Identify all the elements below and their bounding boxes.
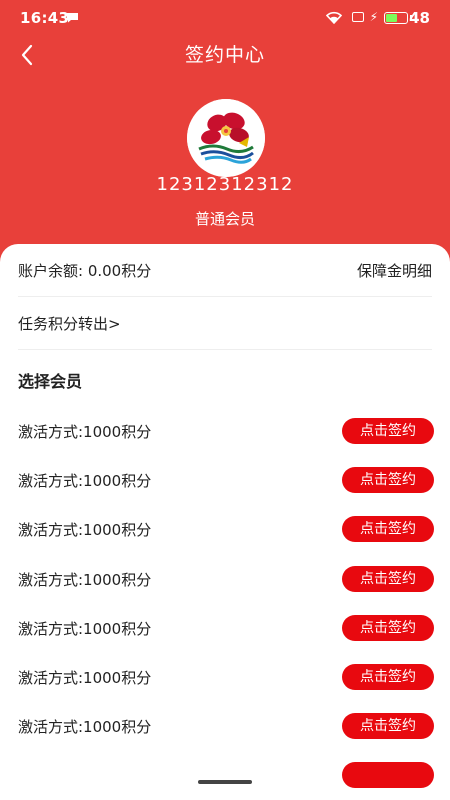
battery-fill xyxy=(386,14,397,22)
plan-item: 激活方式:1000积分 点击签约 xyxy=(18,507,434,556)
plan-label: 激活方式:1000积分 xyxy=(18,668,152,687)
page-title: 签约中心 xyxy=(184,44,265,66)
transfer-points-link[interactable]: 任务积分转出> xyxy=(18,313,121,334)
plan-item: 激活方式:1000积分 点击签约 xyxy=(18,557,434,606)
wifi-icon xyxy=(326,11,342,24)
sign-up-button[interactable]: 点击签约 xyxy=(342,614,434,641)
plan-item: 激活方式:1000积分 点击签约 xyxy=(18,458,434,507)
transfer-points-row[interactable]: 任务积分转出> xyxy=(18,297,432,350)
sign-up-button[interactable]: 点击签约 xyxy=(342,418,434,444)
avatar xyxy=(187,99,265,177)
plan-item: 激活方式:1000积分 点击签约 xyxy=(18,409,434,458)
battery-level: 48 xyxy=(409,9,430,27)
status-time: 16:43 xyxy=(20,9,70,27)
nav-bar: 签约中心 xyxy=(0,36,450,72)
account-balance: 账户余额: 0.00积分 xyxy=(18,262,152,280)
deposit-details-link[interactable]: 保障金明细 xyxy=(357,260,432,281)
plan-label: 激活方式:1000积分 xyxy=(18,472,152,491)
message-icon xyxy=(67,13,78,23)
sign-up-button[interactable]: 点击签约 xyxy=(342,516,434,543)
user-id: 12312312312 xyxy=(156,174,294,195)
plan-item: 激活方式:1000积分 点击签约 xyxy=(18,704,434,753)
plan-item xyxy=(18,753,434,800)
plan-label: 激活方式:1000积分 xyxy=(18,718,152,737)
member-level: 普通会员 xyxy=(194,210,255,228)
balance-row: 账户余额: 0.00积分 保障金明细 xyxy=(18,244,432,297)
sign-up-button[interactable]: 点击签约 xyxy=(342,565,434,592)
plan-label: 激活方式:1000积分 xyxy=(18,619,152,638)
plan-label: 激活方式:1000积分 xyxy=(18,521,152,540)
plan-item: 激活方式:1000积分 点击签约 xyxy=(18,606,434,655)
charging-icon: ⚡ xyxy=(369,10,378,24)
sim-icon xyxy=(352,12,364,22)
plan-label: 激活方式:1000积分 xyxy=(18,570,152,589)
sign-up-button[interactable]: 点击签约 xyxy=(342,713,434,740)
battery-icon xyxy=(384,12,408,24)
home-indicator[interactable] xyxy=(198,780,252,784)
sign-up-button[interactable]: 点击签约 xyxy=(342,663,434,690)
plan-label: 激活方式:1000积分 xyxy=(18,423,152,441)
sign-up-button[interactable] xyxy=(342,762,434,789)
plan-list: 激活方式:1000积分 点击签约 激活方式:1000积分 点击签约 激活方式:1… xyxy=(18,409,434,800)
plan-item: 激活方式:1000积分 点击签约 xyxy=(18,655,434,704)
sign-up-button[interactable]: 点击签约 xyxy=(342,467,434,494)
content-card: 账户余额: 0.00积分 保障金明细 任务积分转出> 选择会员 激活方式:100… xyxy=(0,244,450,800)
section-title: 选择会员 xyxy=(18,372,83,391)
flower-logo-icon xyxy=(187,99,265,177)
status-bar: 16:43 ⚡ 48 xyxy=(0,0,450,36)
